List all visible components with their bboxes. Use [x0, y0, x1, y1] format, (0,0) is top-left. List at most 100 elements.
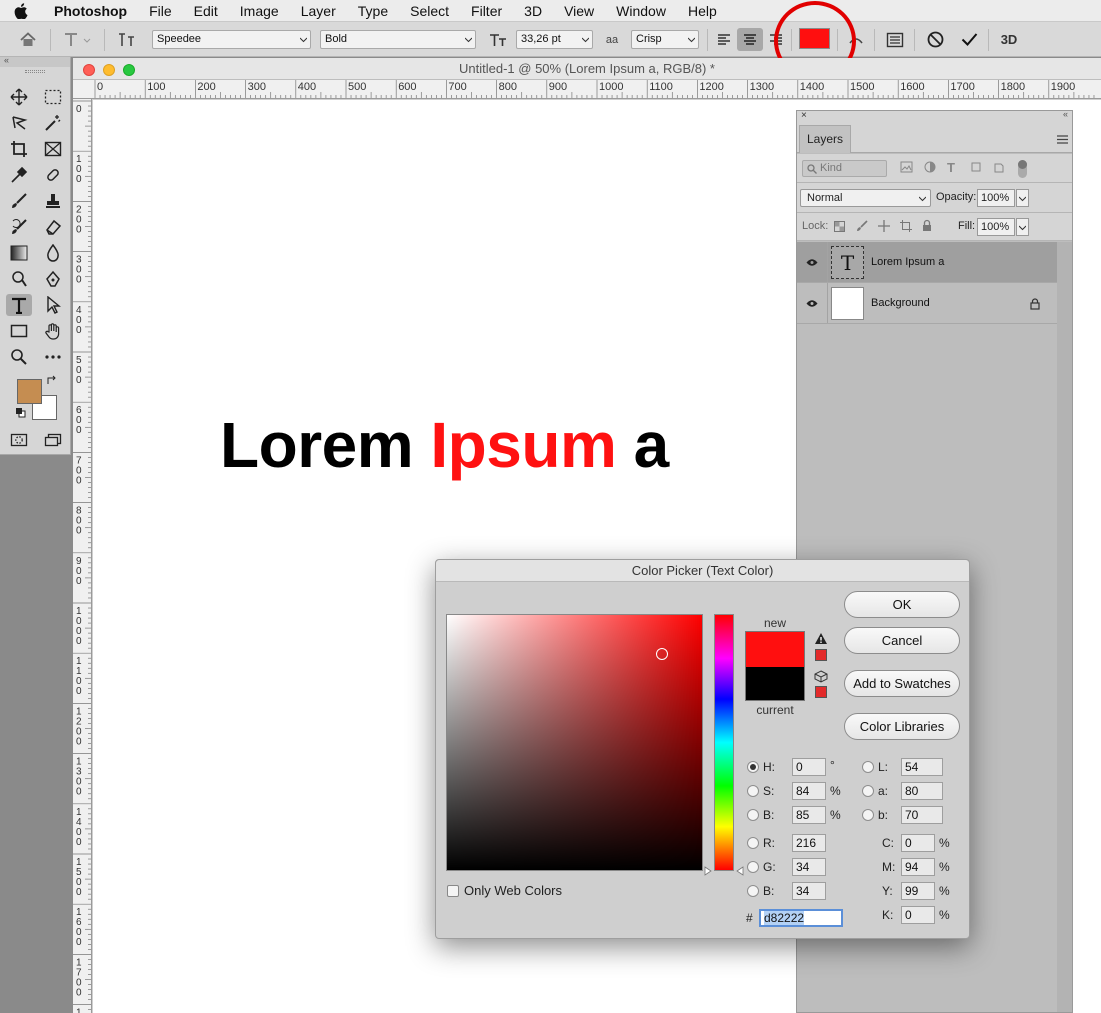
- add-to-swatches-button[interactable]: Add to Swatches: [844, 670, 960, 697]
- gradient-tool-icon[interactable]: [6, 242, 32, 264]
- b-channel-radio[interactable]: [862, 809, 874, 821]
- eye-icon[interactable]: [806, 256, 818, 270]
- healing-brush-tool-icon[interactable]: [40, 164, 66, 186]
- document-title-bar[interactable]: Untitled-1 @ 50% (Lorem Ipsum a, RGB/8) …: [73, 58, 1101, 80]
- filter-smart-object-icon[interactable]: [993, 161, 1005, 176]
- cancel-button[interactable]: Cancel: [844, 627, 960, 654]
- lock-transparent-icon[interactable]: [834, 221, 845, 235]
- font-size-select[interactable]: 33,26 pt: [516, 30, 593, 49]
- pen-tool-icon[interactable]: [40, 268, 66, 290]
- screen-mode-icon[interactable]: [40, 429, 66, 451]
- green-input[interactable]: 34: [792, 858, 826, 876]
- antialias-select[interactable]: Crisp: [631, 30, 699, 49]
- tools-grip[interactable]: [0, 67, 70, 75]
- fill-input[interactable]: 100%: [977, 218, 1015, 236]
- magenta-input[interactable]: 94: [901, 858, 935, 876]
- menu-type[interactable]: Type: [347, 0, 399, 22]
- saturation-brightness-field[interactable]: [446, 614, 703, 871]
- quick-mask-icon[interactable]: [6, 429, 32, 451]
- only-web-colors-checkbox[interactable]: [447, 885, 459, 897]
- blue-radio[interactable]: [747, 885, 759, 897]
- minimize-window-button[interactable]: [103, 64, 115, 76]
- ok-button[interactable]: OK: [844, 591, 960, 618]
- tools-collapse-handle[interactable]: «: [0, 55, 70, 67]
- cyan-input[interactable]: 0: [901, 834, 935, 852]
- layer-row-background[interactable]: Background: [797, 283, 1057, 324]
- layer-name[interactable]: Lorem Ipsum a: [871, 242, 944, 283]
- current-color-swatch[interactable]: [746, 667, 804, 700]
- menu-image[interactable]: Image: [229, 0, 290, 22]
- move-tool-icon[interactable]: [6, 86, 32, 108]
- menu-help[interactable]: Help: [677, 0, 728, 22]
- lightness-input[interactable]: 54: [901, 758, 943, 776]
- layer-name[interactable]: Background: [871, 283, 930, 324]
- character-panel-icon[interactable]: [883, 22, 907, 57]
- menu-file[interactable]: File: [138, 0, 183, 22]
- 3d-button[interactable]: 3D: [996, 22, 1022, 57]
- color-libraries-button[interactable]: Color Libraries: [844, 713, 960, 740]
- filter-pixel-icon[interactable]: [900, 161, 913, 176]
- yellow-input[interactable]: 99: [901, 882, 935, 900]
- filter-kind-select[interactable]: Kind: [802, 160, 887, 177]
- lock-position-icon[interactable]: [878, 220, 890, 235]
- a-channel-input[interactable]: 80: [901, 782, 943, 800]
- gamut-correction-swatch[interactable]: [815, 649, 827, 661]
- lightness-radio[interactable]: [862, 761, 874, 773]
- web-safe-swatch[interactable]: [815, 686, 827, 698]
- menu-edit[interactable]: Edit: [183, 0, 229, 22]
- red-radio[interactable]: [747, 837, 759, 849]
- stamp-tool-icon[interactable]: [40, 190, 66, 212]
- fill-slider-toggle[interactable]: [1016, 218, 1029, 236]
- swap-colors-icon[interactable]: [45, 375, 59, 387]
- font-style-select[interactable]: Bold: [320, 30, 476, 49]
- dodge-tool-icon[interactable]: [6, 268, 32, 290]
- menu-3d[interactable]: 3D: [513, 0, 553, 22]
- text-orientation-icon[interactable]: [112, 22, 140, 57]
- saturation-radio[interactable]: [747, 785, 759, 797]
- collapse-panel-icon[interactable]: «: [1063, 109, 1068, 119]
- filter-adjustment-icon[interactable]: [924, 161, 936, 176]
- lock-artboard-icon[interactable]: [900, 220, 912, 235]
- menu-view[interactable]: View: [553, 0, 605, 22]
- color-selector-ring[interactable]: [656, 648, 668, 660]
- frame-tool-icon[interactable]: [40, 138, 66, 160]
- magic-wand-tool-icon[interactable]: [40, 112, 66, 134]
- zoom-window-button[interactable]: [123, 64, 135, 76]
- commit-edit-icon[interactable]: [957, 22, 981, 57]
- zoom-tool-icon[interactable]: [6, 346, 32, 368]
- menu-photoshop[interactable]: Photoshop: [42, 0, 138, 22]
- opacity-input[interactable]: 100%: [977, 189, 1015, 207]
- lock-paint-icon[interactable]: [856, 220, 868, 235]
- hue-input[interactable]: 0: [792, 758, 826, 776]
- default-colors-icon[interactable]: [14, 407, 28, 419]
- hue-slider[interactable]: [714, 614, 734, 871]
- hue-slider-arrows[interactable]: [704, 865, 744, 877]
- hue-radio[interactable]: [747, 761, 759, 773]
- red-input[interactable]: 216: [792, 834, 826, 852]
- lock-all-icon[interactable]: [922, 219, 932, 235]
- type-tool-icon[interactable]: [6, 294, 32, 316]
- blur-tool-icon[interactable]: [40, 242, 66, 264]
- rectangle-tool-icon[interactable]: [6, 320, 32, 342]
- close-panel-icon[interactable]: ×: [801, 110, 807, 121]
- black-input[interactable]: 0: [901, 906, 935, 924]
- font-family-select[interactable]: Speedee: [152, 30, 311, 49]
- marquee-tool-icon[interactable]: [40, 86, 66, 108]
- brightness-input[interactable]: 85: [792, 806, 826, 824]
- align-center-icon[interactable]: [737, 28, 763, 51]
- canvas-text-layer[interactable]: Lorem Ipsum a: [220, 408, 669, 482]
- close-window-button[interactable]: [83, 64, 95, 76]
- saturation-input[interactable]: 84: [792, 782, 826, 800]
- filter-toggle[interactable]: [1018, 160, 1027, 178]
- blue-input[interactable]: 34: [792, 882, 826, 900]
- history-brush-tool-icon[interactable]: [6, 216, 32, 238]
- filter-type-icon[interactable]: T: [947, 160, 955, 175]
- align-left-icon[interactable]: [713, 22, 735, 57]
- panel-menu-icon[interactable]: [1057, 133, 1068, 147]
- path-selection-tool-icon[interactable]: [40, 294, 66, 316]
- b-channel-input[interactable]: 70: [901, 806, 943, 824]
- crop-tool-icon[interactable]: [6, 138, 32, 160]
- a-channel-radio[interactable]: [862, 785, 874, 797]
- opacity-slider-toggle[interactable]: [1016, 189, 1029, 207]
- home-icon[interactable]: [14, 22, 42, 57]
